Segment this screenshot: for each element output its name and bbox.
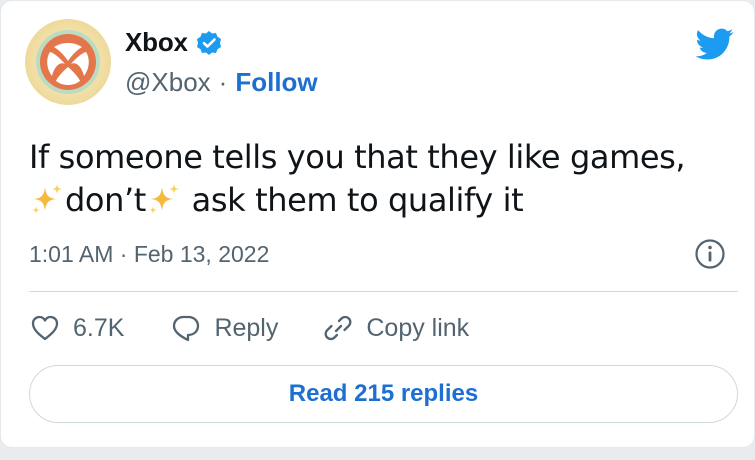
tweet-line-2: don’t ask them to qualify it [29, 179, 729, 222]
read-replies-button[interactable]: Read 215 replies [29, 365, 738, 423]
author-name-row: Xbox [125, 27, 222, 58]
twitter-bird-icon[interactable] [694, 25, 736, 63]
divider [29, 291, 738, 292]
copy-link-button[interactable]: Copy link [322, 312, 469, 344]
follow-link[interactable]: Follow [235, 67, 317, 98]
tweet-word-dont: don’t [65, 181, 146, 219]
tweet-timestamp[interactable]: 1:01 AM · Feb 13, 2022 [29, 241, 269, 268]
heart-icon [31, 315, 59, 341]
sparkles-icon [146, 181, 182, 217]
reply-label: Reply [214, 313, 279, 342]
tweet-card: Xbox @Xbox · Follow If someone tells you… [0, 0, 755, 448]
reply-button[interactable]: Reply [170, 312, 278, 344]
author-handle[interactable]: @Xbox [125, 67, 211, 98]
handle-separator: · [218, 67, 228, 97]
link-icon [324, 315, 352, 341]
verified-badge-icon [196, 30, 222, 56]
speech-bubble-icon [173, 315, 200, 342]
author-display-name[interactable]: Xbox [125, 27, 188, 58]
tweet-text: If someone tells you that they like game… [29, 136, 729, 222]
avatar[interactable] [25, 19, 111, 105]
xbox-logo-icon [47, 43, 89, 85]
tweet-line-2-rest: ask them to qualify it [181, 181, 524, 219]
copy-link-label: Copy link [366, 313, 470, 342]
info-icon[interactable] [694, 238, 726, 270]
tweet-line-1: If someone tells you that they like game… [29, 138, 686, 176]
tweet-actions: 6.7K Reply Copy link [29, 308, 469, 348]
sparkles-icon [29, 181, 65, 217]
like-count: 6.7K [73, 313, 125, 342]
like-button[interactable]: 6.7K [29, 312, 124, 344]
author-handle-row: @Xbox · Follow [125, 67, 318, 98]
